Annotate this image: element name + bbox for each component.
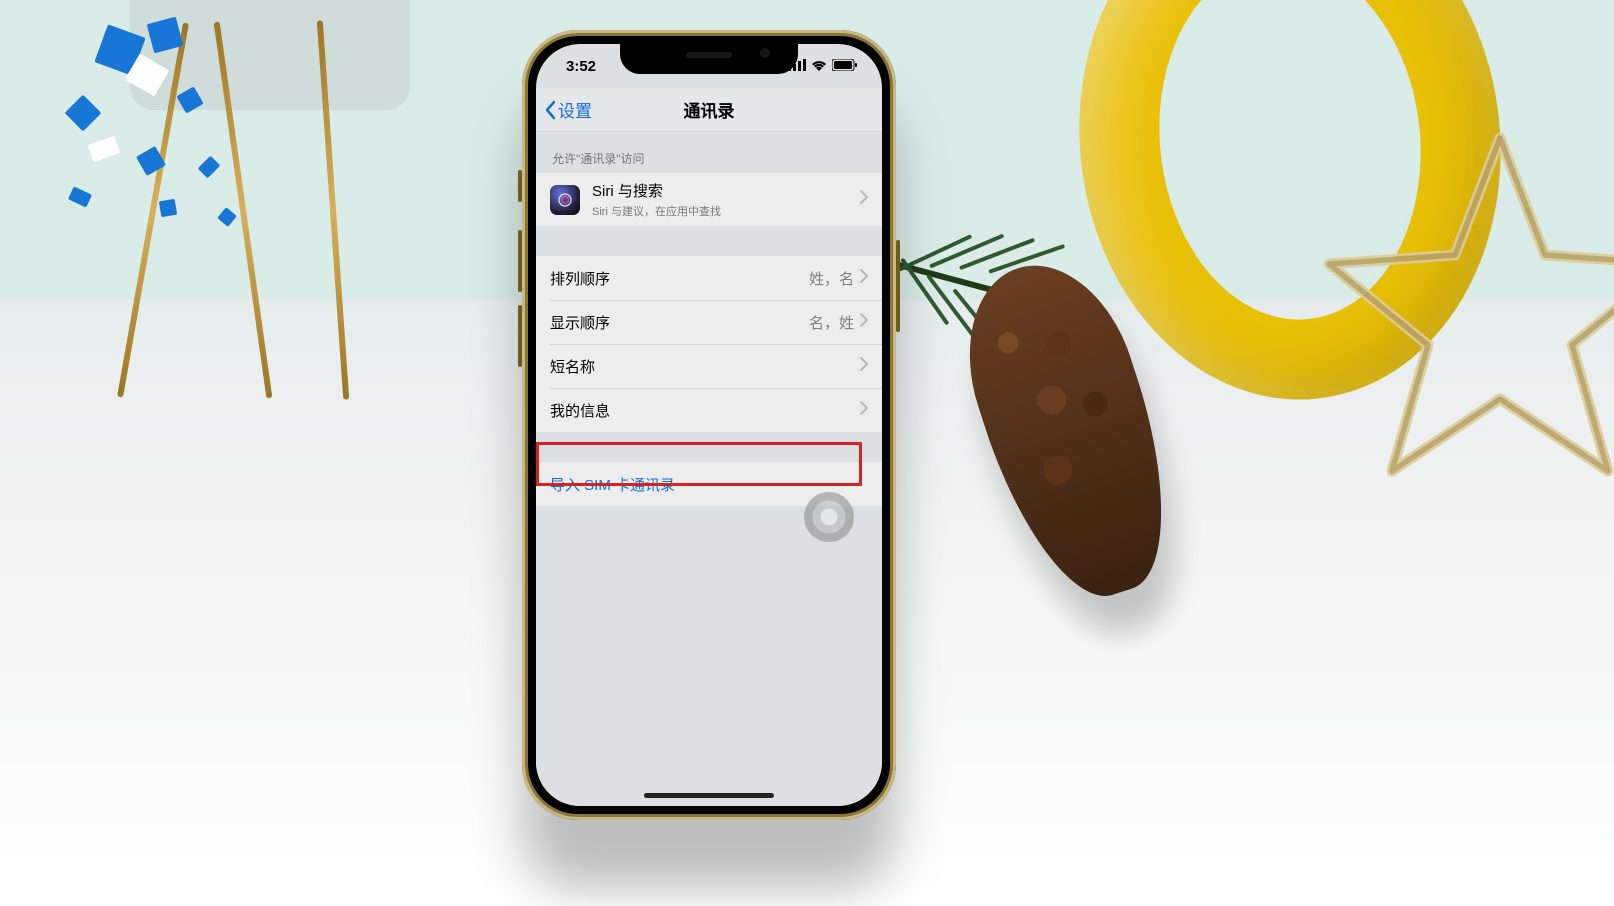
cell-my-info[interactable]: 我的信息 xyxy=(536,388,882,432)
group-allow-access: Siri 与搜索 Siri 与建议，在应用中查找 xyxy=(536,173,882,226)
sort-order-value: 姓，名 xyxy=(809,268,854,289)
display-order-value: 名，姓 xyxy=(809,312,854,333)
volume-up-button xyxy=(518,230,522,292)
battery-icon xyxy=(832,58,858,75)
cell-display-order[interactable]: 显示顺序 名，姓 xyxy=(536,300,882,344)
group-ordering: 排列顺序 姓，名 显示顺序 名，姓 短名称 xyxy=(536,256,882,432)
page-title: 通讯录 xyxy=(684,97,735,122)
sort-order-label: 排列顺序 xyxy=(550,268,809,289)
display-order-label: 显示顺序 xyxy=(550,312,809,333)
side-power-button xyxy=(896,240,900,332)
mute-switch xyxy=(518,170,522,202)
prop-wicker-star xyxy=(1320,120,1614,480)
chevron-right-icon xyxy=(860,313,868,332)
cell-siri-title: Siri 与搜索 xyxy=(592,180,860,201)
back-label: 设置 xyxy=(558,97,592,122)
short-name-label: 短名称 xyxy=(550,356,860,377)
section-header-allow-access: 允许"通讯录"访问 xyxy=(536,132,882,173)
assistive-touch-button[interactable] xyxy=(804,492,854,542)
wifi-icon xyxy=(811,58,827,75)
phone-screen: 3:52 xyxy=(536,44,882,806)
chevron-left-icon xyxy=(544,100,556,120)
notch xyxy=(620,44,798,74)
chevron-right-icon xyxy=(860,190,868,209)
volume-down-button xyxy=(518,305,522,367)
my-info-label: 我的信息 xyxy=(550,400,860,421)
cell-siri-subtitle: Siri 与建议，在应用中查找 xyxy=(592,203,860,219)
iphone-device: 3:52 xyxy=(522,30,896,820)
prop-gold-easel xyxy=(0,0,420,420)
siri-icon xyxy=(550,185,580,215)
cell-siri-search[interactable]: Siri 与搜索 Siri 与建议，在应用中查找 xyxy=(536,173,882,226)
settings-content: 允许"通讯录"访问 Siri 与搜索 Siri 与建议，在应用中查找 xyxy=(536,132,882,806)
chevron-right-icon xyxy=(860,357,868,376)
cell-short-name[interactable]: 短名称 xyxy=(536,344,882,388)
chevron-right-icon xyxy=(860,401,868,420)
status-time: 3:52 xyxy=(566,58,596,75)
import-sim-label: 导入 SIM 卡通讯录 xyxy=(550,474,868,495)
chevron-right-icon xyxy=(860,269,868,288)
navigation-bar: 设置 通讯录 xyxy=(536,88,882,132)
home-indicator[interactable] xyxy=(644,793,774,798)
back-button[interactable]: 设置 xyxy=(544,97,592,122)
cell-sort-order[interactable]: 排列顺序 姓，名 xyxy=(536,256,882,300)
